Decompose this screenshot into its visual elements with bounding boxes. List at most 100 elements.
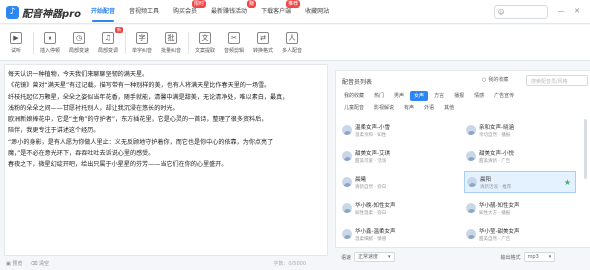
minimize-icon[interactable]: — xyxy=(556,6,566,16)
nav-item-label: 最新赚钱活动 xyxy=(211,8,248,15)
toolbar-icon: ♫ xyxy=(102,32,114,44)
voice-card[interactable]: 亲和女声-晓涵 亲切自然 · 播报 xyxy=(464,119,576,141)
nav-item[interactable]: 开始配音 xyxy=(84,0,122,24)
filter-row: 儿童配音 影视解说 有声 外语 其他 xyxy=(340,103,586,113)
editor-line: “渺小的身影，是有人愿为你做人里止：义无反顾地守护着你，而它也是你中心的依靠，为… xyxy=(8,138,274,146)
voice-text: 晨曦 清新自然 · 旁白 xyxy=(355,175,386,190)
top-bar: ♪ 配音神器pro 开始配音 音视频工具 购买会员 限时 最新赚钱活动赚下载客户端 推荐收… xyxy=(0,0,590,24)
toolbar-label: 插入停顿 xyxy=(39,48,60,54)
nav-item[interactable]: 下载客户端 推荐 xyxy=(254,0,301,24)
toolbar-label: 单字纠音 xyxy=(131,48,152,54)
voice-list: 温柔女声-小雪 温柔亲和 · 知性 亲和女声-晓涵 亲切自然 · 播报甜美女声-艾琪甜… xyxy=(340,119,582,247)
logo-icon: ♪ xyxy=(6,6,19,19)
toolbar-button[interactable]: 批批量纠音 xyxy=(159,25,183,61)
editor-toolbar: ▶ 试听 ⏸ 插入停顿 ◷ 局部变速 ♫ 局部变调新字单字纠音批批量纠音文文案提取 ✂ 音频剪辑 ⇄… xyxy=(0,25,590,61)
chevron-down-icon: ▾ xyxy=(548,253,552,260)
nav-item[interactable]: 最新赚钱活动赚 xyxy=(204,0,257,24)
nav-item-label: 购买会员 xyxy=(173,8,198,15)
voice-text: 华小鑫-温柔女声 温柔细腻 · 情感 xyxy=(355,227,396,242)
nav-item-label: 音视频工具 xyxy=(129,8,160,15)
star-icon[interactable]: ★ xyxy=(564,178,571,187)
toolbar-icon: 字 xyxy=(136,32,148,44)
editor-line: 每天认识一种植物，今天我们来聊聊坚韧的满天星。 xyxy=(8,71,149,78)
user-field[interactable]: ☺ xyxy=(494,5,548,19)
voice-card[interactable]: 晨阳 清新活泼 · 推荐 ★ xyxy=(464,171,576,193)
toolbar-label: 文案提取 xyxy=(194,48,215,54)
toolbar-label: 转换格式 xyxy=(252,48,273,54)
editor-line: 浅粉的朵朵之间——甘愿衬托别人，却让我沉浸在悠长的时光。 xyxy=(8,104,179,112)
toolbar-button[interactable]: 文文案提取 xyxy=(193,25,217,61)
voice-name: 甜美女声-小悦 xyxy=(479,150,514,157)
voice-name: 华小晚-知性女声 xyxy=(355,202,396,209)
avatar xyxy=(342,177,352,187)
voice-card[interactable]: 温柔女声-小雪 温柔亲和 · 知性 xyxy=(340,119,452,141)
filter-chip[interactable]: 播报 xyxy=(450,91,468,101)
toolbar-button[interactable]: ◷ 局部变速 xyxy=(67,25,91,61)
close-icon[interactable]: ✕ xyxy=(572,6,582,16)
editor-status-bar: ▣ 预览 ⌫ 清空 字数：0/5000 xyxy=(4,257,328,269)
filter-chip[interactable]: 外语 xyxy=(420,103,438,113)
nav-item[interactable]: 收藏网站 xyxy=(298,0,336,24)
voice-card[interactable]: 甜美女声-小悦 甜美清新 · 广告 xyxy=(464,145,576,167)
voice-desc: 亲切自然 · 播报 xyxy=(479,132,511,138)
clear-button[interactable]: ⌫ 清空 xyxy=(30,260,49,267)
voice-card[interactable]: 甜美女声-艾琪 甜美可爱 · 活泼 xyxy=(340,145,452,167)
voice-name: 温柔女声-小雪 xyxy=(355,124,390,131)
voice-card[interactable]: 晨曦 清新自然 · 旁白 xyxy=(340,171,452,193)
toolbar-button[interactable]: ♫ 局部变调 新 xyxy=(96,25,123,61)
speed-select[interactable]: 正常速度 ▾ xyxy=(354,252,395,262)
filter-chip[interactable]: 女声 xyxy=(410,91,429,101)
format-select[interactable]: mp3 ▾ xyxy=(523,252,556,262)
voice-card[interactable]: 华小晚-知性女声 知性温柔 · 旁白 xyxy=(340,197,452,219)
toolbar-button[interactable]: 人多人配音 xyxy=(280,25,304,61)
toolbar-label: 多人配音 xyxy=(281,48,302,54)
filter-chip[interactable]: 广告宣传 xyxy=(490,91,518,101)
clear-label: 清空 xyxy=(39,260,50,267)
app-logo: ♪ 配音神器pro xyxy=(6,5,81,20)
voice-desc: 温柔细腻 · 情感 xyxy=(355,236,387,242)
voice-card[interactable]: 华小靓-知性女声 知性大方 · 播报 xyxy=(464,197,576,219)
toolbar-button[interactable]: 字单字纠音 xyxy=(130,25,154,61)
toolbar-button[interactable]: ✂ 音频剪辑 xyxy=(222,25,246,61)
voice-filters: 我的收藏 热门 男声 女声 方言 播报 情感 广告宣传儿童配音 影视解说 有声 外语 其他 xyxy=(336,89,590,113)
voice-search-input[interactable]: 搜索配音员/风格 xyxy=(526,75,588,86)
avatar xyxy=(466,229,476,239)
voice-text: 甜美女声-艾琪 甜美可爱 · 活泼 xyxy=(355,149,390,164)
preview-button[interactable]: ▣ 预览 xyxy=(6,260,22,267)
filter-chip[interactable]: 男声 xyxy=(390,91,408,101)
toolbar-divider xyxy=(33,32,34,54)
toolbar-label: 局部变速 xyxy=(68,48,89,54)
toolbar-button[interactable]: ⇄ 转换格式 xyxy=(251,25,275,61)
filter-chip[interactable]: 方言 xyxy=(430,91,448,101)
chevron-down-icon: ▾ xyxy=(388,253,391,260)
filter-chip[interactable]: 影视解说 xyxy=(370,103,398,113)
nav-item[interactable]: 音视频工具 xyxy=(122,0,166,24)
voice-card[interactable]: 华小莹-甜美女声 甜美自然 · 广告 xyxy=(464,223,576,245)
toolbar-icon: ✂ xyxy=(228,32,240,44)
main-nav: 开始配音 音视频工具 购买会员 限时 最新赚钱活动赚下载客户端 推荐 收藏网站 xyxy=(84,0,336,24)
filter-chip[interactable]: 热门 xyxy=(370,91,388,101)
voice-name: 华小莹-甜美女声 xyxy=(479,228,520,235)
filter-chip[interactable]: 其他 xyxy=(440,103,458,113)
text-editor[interactable]: 每天认识一种植物，今天我们来聊聊坚韧的满天星。 《花镜》曾对“满天星”有过记载，描… xyxy=(4,64,328,256)
toolbar-button[interactable]: ⏸ 插入停顿 xyxy=(38,25,62,61)
filter-chip[interactable]: 有声 xyxy=(400,103,418,113)
voice-panel-title: 配音员列表 xyxy=(342,79,373,86)
user-icon: ☺ xyxy=(498,8,505,16)
voice-name: 晨阳 xyxy=(480,176,492,183)
voice-name: 晨曦 xyxy=(355,176,367,183)
nav-item[interactable]: 购买会员 限时 xyxy=(166,0,207,24)
toolbar-label: 音频剪辑 xyxy=(223,48,244,54)
toolbar-label: 试听 xyxy=(10,48,21,54)
voice-list-scrollbar[interactable] xyxy=(584,119,587,179)
app-title: 配音神器pro xyxy=(22,9,81,20)
voice-name: 华小靓-知性女声 xyxy=(479,202,520,209)
filter-chip[interactable]: 情感 xyxy=(470,91,488,101)
favorites-toggle[interactable]: ○ 我的收藏 xyxy=(482,76,508,84)
filter-chip[interactable]: 儿童配音 xyxy=(340,103,368,113)
filter-chip[interactable]: 我的收藏 xyxy=(340,91,368,101)
voice-desc: 知性温柔 · 旁白 xyxy=(355,210,387,216)
toolbar-icon: 文 xyxy=(199,32,211,44)
voice-card[interactable]: 华小鑫-温柔女声 温柔细腻 · 情感 xyxy=(340,223,452,245)
toolbar-button[interactable]: ▶ 试听 xyxy=(4,25,28,61)
